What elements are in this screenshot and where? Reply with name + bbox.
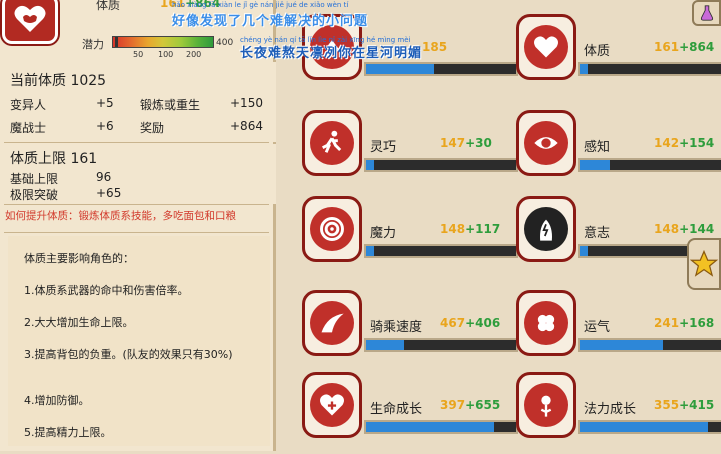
favorite-star-button[interactable] xyxy=(687,238,721,290)
current-stat-block: 当前体质 1025 变异人 +5 锻炼或重生 +150 魔战士 +6 奖励 +8… xyxy=(0,62,276,142)
head-bolt-icon xyxy=(516,196,576,262)
description-line: 2.大大增加生命上限。 xyxy=(24,316,134,329)
wing-icon xyxy=(302,290,362,356)
stat-progress-bar xyxy=(578,420,721,434)
eye-icon xyxy=(516,110,576,176)
divider xyxy=(4,204,269,205)
stat-progress-fill xyxy=(580,160,610,170)
heart-plus-icon xyxy=(302,372,362,438)
stat-value: 161+864 xyxy=(654,40,715,54)
stat-name: 生命成长 xyxy=(370,402,423,417)
row-value: +6 xyxy=(96,119,114,133)
row-value: +65 xyxy=(96,186,122,200)
stat-progress-bar xyxy=(364,158,518,172)
stat-name: 意志 xyxy=(584,226,611,241)
stat-card[interactable]: 体质 161+864 xyxy=(516,14,721,96)
stat-card[interactable]: 感知 142+154 xyxy=(516,110,721,192)
stat-progress-fill xyxy=(580,340,663,350)
potential-bar xyxy=(112,36,214,48)
row-value: +864 xyxy=(230,119,263,133)
stat-value: 147+30 xyxy=(440,136,492,150)
stat-progress-bar xyxy=(364,244,518,258)
description-box: 体质主要影响角色的： 1.体质系武器的命中和伤害倍率。 2.大大增加生命上限。 … xyxy=(8,236,270,446)
subtitle-pinyin: hǎo xiàng fā xiàn le jǐ gè nán jiě jué d… xyxy=(172,1,349,9)
attribute-detail-panel: 体质 161+864 潜力 50 100 200 400 当前体质 1025 变… xyxy=(0,0,276,451)
divider xyxy=(4,232,269,233)
stat-value: 467+406 xyxy=(440,316,501,330)
magic-flower-icon xyxy=(516,372,576,438)
muscle-heart-icon xyxy=(2,0,58,44)
stat-progress-fill xyxy=(366,160,374,170)
row-label: 魔战士 xyxy=(10,121,47,135)
stat-progress-fill xyxy=(580,246,588,256)
stat-name: 灵巧 xyxy=(370,140,397,155)
stat-progress-bar xyxy=(364,62,518,76)
stat-progress-fill xyxy=(366,246,374,256)
attribute-name: 体质 xyxy=(96,0,121,12)
stat-progress-fill xyxy=(580,422,708,432)
current-stat-title: 当前体质 1025 xyxy=(10,73,107,89)
stat-card[interactable]: 生命成长 397+655 xyxy=(302,372,522,454)
stat-value: 148+117 xyxy=(440,222,501,236)
divider xyxy=(4,142,269,143)
clover-icon xyxy=(516,290,576,356)
stat-card[interactable]: 运气 241+168 xyxy=(516,290,721,372)
row-value: +150 xyxy=(230,96,263,110)
potential-label: 潜力 xyxy=(82,38,104,51)
stat-value: 241+168 xyxy=(654,316,715,330)
stat-name: 魔力 xyxy=(370,226,397,241)
limit-title: 体质上限 161 xyxy=(10,151,98,167)
stat-progress-fill xyxy=(366,422,494,432)
stat-card[interactable]: 灵巧 147+30 xyxy=(302,110,522,192)
stat-progress-fill xyxy=(366,64,434,74)
stat-progress-bar xyxy=(364,420,518,434)
potion-button[interactable] xyxy=(692,0,721,26)
subtitle-line: 长夜难熬天凛冽你在星河明媚 xyxy=(240,46,423,61)
stat-value: 397+655 xyxy=(440,398,501,412)
stat-progress-bar xyxy=(364,338,518,352)
spiral-icon xyxy=(302,196,362,262)
runner-icon xyxy=(302,110,362,176)
description-line: 4.增加防御。 xyxy=(24,394,90,407)
description-line: 3.提高背包的负重。(队友的效果只有30%) xyxy=(24,348,233,361)
stat-value: 148+144 xyxy=(654,222,715,236)
description-line: 体质主要影响角色的： xyxy=(24,252,134,265)
stat-value: 142+154 xyxy=(654,136,715,150)
stat-name: 感知 xyxy=(584,140,611,155)
stat-card[interactable]: 魔力 148+117 xyxy=(302,196,522,278)
stat-name: 运气 xyxy=(584,320,611,335)
stat-progress-bar xyxy=(578,338,721,352)
row-label: 极限突破 xyxy=(10,188,59,202)
potion-icon xyxy=(700,5,713,21)
stat-progress-bar xyxy=(578,158,721,172)
row-label: 变异人 xyxy=(10,98,47,112)
stat-progress-bar xyxy=(578,62,721,76)
limit-block: 体质上限 161 基础上限 96 极限突破 +65 xyxy=(0,144,276,204)
row-label: 基础上限 xyxy=(10,172,59,186)
stat-name: 体质 xyxy=(584,44,611,59)
stat-progress-fill xyxy=(580,64,588,74)
stat-card[interactable]: 骑乘速度 467+406 xyxy=(302,290,522,372)
potential-tick: 50 xyxy=(133,50,144,59)
how-to-improve-tip: 如何提升体质：锻炼体质系技能，多吃面包和口粮 xyxy=(5,210,236,222)
row-value: +5 xyxy=(96,96,114,110)
stat-name: 法力成长 xyxy=(584,402,637,417)
row-value: 96 xyxy=(96,170,112,184)
stat-name: 骑乘速度 xyxy=(370,320,423,335)
stat-value: 185 xyxy=(422,40,448,54)
description-line: 1.体质系武器的命中和伤害倍率。 xyxy=(24,284,189,297)
subtitle-line: 好像发现了几个难解决的小问题 xyxy=(172,14,369,29)
row-label: 锻炼或重生 xyxy=(140,98,201,112)
stat-progress-fill xyxy=(366,340,404,350)
potential-marker xyxy=(115,37,118,47)
stat-value: 355+415 xyxy=(654,398,715,412)
potential-tick: 100 xyxy=(158,50,174,59)
star-icon xyxy=(689,249,719,277)
potential-tick: 200 xyxy=(186,50,202,59)
row-label: 奖励 xyxy=(140,121,165,135)
stat-card[interactable]: 法力成长 355+415 xyxy=(516,372,721,454)
description-line: 5.提高精力上限。 xyxy=(24,426,112,439)
muscle-heart-icon xyxy=(516,14,576,80)
potential-max: 400 xyxy=(216,38,234,48)
